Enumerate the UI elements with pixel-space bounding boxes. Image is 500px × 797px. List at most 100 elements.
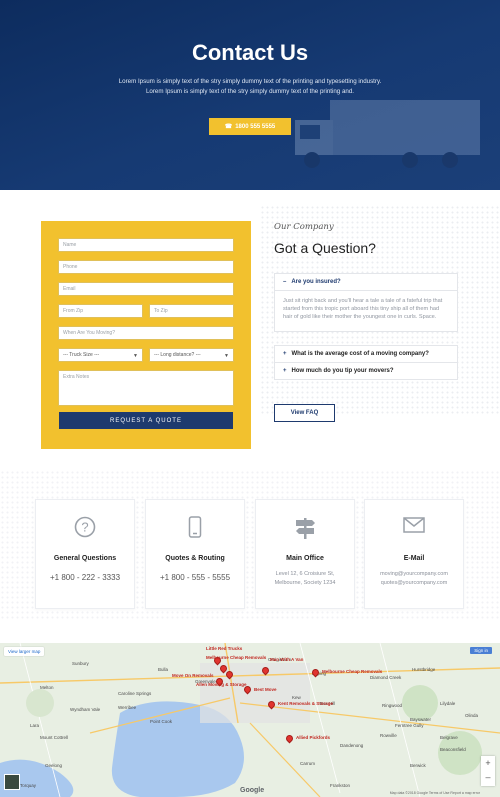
card-title: General Questions [53,555,117,562]
card-email: E-Mail moving@yourcompany.com quotes@you… [364,499,464,609]
faq-question: How much do you tip your movers? [291,368,394,374]
map-pin-label: Melbourne Cheap Removals [322,669,383,674]
notes-placeholder: Extra Notes [63,374,90,380]
map-thumbnail[interactable] [4,774,20,790]
hero-description-line2: Lorem Ipsum is simply text of the stry s… [145,87,355,95]
map-town-label: Hurstbridge [412,667,436,672]
chevron-down-icon: ▼ [224,353,229,359]
faq-question-toggle[interactable]: – Are you insured? [275,274,457,290]
plus-icon: + [283,368,287,374]
map-town-label: Werribee [118,705,137,710]
view-faq-button[interactable]: View FAQ [274,404,335,422]
email-link[interactable]: moving@yourcompany.com [380,571,448,577]
page-title: Contact Us [191,40,309,65]
map-pin-label: Move On Removals [172,673,214,678]
faq-answer: Just sit right back and you'll hear a ta… [275,290,457,331]
move-date-field[interactable]: When Are You Moving? [58,326,234,340]
move-date-placeholder: When Are You Moving? [63,330,115,336]
zoom-control[interactable]: + – [481,756,495,786]
map-town-label: Ringwood [382,703,403,708]
long-distance-value: --- Long distance? --- [154,352,201,358]
phone-icon: ☎ [224,124,233,130]
map-town-label: Melton [40,685,54,690]
map-town-label: Olinda [465,713,479,718]
call-button-label: 1800 555 5555 [235,123,276,130]
email-placeholder: Email [63,286,76,292]
map-town-label: Diamond Creek [370,675,402,680]
map-town-label: Caroline Springs [118,691,152,696]
map-town-label: Bayswater [410,717,432,722]
faq-item-cost: + What is the average cost of a moving c… [274,345,458,363]
map-town-label: Wyndham Vale [70,707,101,712]
email-link[interactable]: quotes@yourcompany.com [381,580,448,586]
map-pin-label: Man With A Van [270,657,304,662]
plus-icon: + [283,351,287,357]
svg-text:?: ? [81,520,88,535]
card-title: Quotes & Routing [165,555,225,562]
view-larger-map-link[interactable]: View larger map [4,647,45,656]
from-zip-field[interactable]: From Zip [58,304,143,318]
card-phone[interactable]: +1 800 - 555 - 5555 [146,573,244,582]
address-line1: Level 12, 6 Croisiure St, [275,571,335,577]
map-pin-label: Kent Removals & Storage [278,701,334,706]
card-general-questions: ? General Questions +1 800 - 222 - 3333 [35,499,135,609]
sign-in-button[interactable]: Sign in [470,647,492,654]
map-town-label: Frankston [330,783,351,788]
request-quote-button[interactable]: REQUEST A QUOTE [59,412,233,429]
name-field[interactable]: Name [58,238,234,252]
map-town-label: Belgrave [440,735,458,740]
mobile-phone-icon [146,516,244,538]
truck-size-value: --- Truck Size --- [63,352,100,358]
map-town-label: Carrum [300,761,316,766]
hero-description-line1: Lorem Ipsum is simply text of the stry s… [118,78,382,85]
map-town-label: Point Cook [150,719,173,724]
minus-icon: – [283,279,287,285]
map-footer[interactable]: Map data ©2018 Google Terms of Use Repor… [390,791,480,795]
map-town-label: Geelong [45,763,63,768]
map-town-label: Bulla [158,667,169,672]
map-town-label: Torquay [20,783,37,788]
faq-item-insured: – Are you insured? Just sit right back a… [274,273,458,332]
name-placeholder: Name [63,242,77,248]
phone-placeholder: Phone [63,264,78,270]
map-pin-label: Little Red Trucks [206,646,243,651]
map-pin-label: Best Move [254,687,277,692]
map-pin-label: Melbourne Cheap Removals [206,655,267,660]
google-logo: Google [240,787,265,794]
email-field[interactable]: Email [58,282,234,296]
to-zip-field[interactable]: To Zip [149,304,234,318]
faq-question: Are you insured? [291,279,341,285]
map-town-label: Sunbury [72,661,89,666]
map-town-label: Berwick [410,763,426,768]
email-addresses: moving@yourcompany.com quotes@yourcompan… [365,570,463,588]
phone-field[interactable]: Phone [58,260,234,274]
faq-question-toggle[interactable]: + How much do you tip your movers? [275,363,457,379]
map-town-label: Rowville [380,733,397,738]
question-circle-icon: ? [36,516,134,538]
chevron-down-icon: ▼ [133,353,138,359]
zoom-out-icon[interactable]: – [481,770,495,784]
faq-subtitle: Our Company [274,222,334,232]
faq-title: Got a Question? [274,240,376,256]
map-town-label: Ferntree Gully [395,723,424,728]
truck-size-select[interactable]: --- Truck Size --- ▼ [58,348,143,362]
card-main-office: Main Office Level 12, 6 Croisiure St, Me… [255,499,355,609]
call-button[interactable]: ☎ 1800 555 5555 [209,118,291,135]
envelope-icon [365,516,463,534]
map-pin-label: Allied Pickfords [296,735,331,740]
card-title: Main Office [286,555,324,562]
google-map[interactable]: View larger map Sign in Sunbury Craigieb… [0,643,500,797]
notes-textarea[interactable]: Extra Notes [58,370,234,406]
office-address: Level 12, 6 Croisiure St, Melbourne, Soc… [256,570,354,588]
card-title: E-Mail [403,555,425,562]
map-town-label: Kew [292,695,301,700]
faq-question: What is the average cost of a moving com… [291,351,429,357]
hero-description: Lorem Ipsum is simply text of the stry s… [80,77,420,96]
zoom-in-icon[interactable]: + [481,756,495,770]
map-town-label: Lara [30,723,40,728]
hero-banner: Contact Us Lorem Ipsum is simply text of… [0,0,500,190]
signpost-icon [256,516,354,540]
long-distance-select[interactable]: --- Long distance? --- ▼ [149,348,234,362]
faq-question-toggle[interactable]: + What is the average cost of a moving c… [275,346,457,362]
card-phone[interactable]: +1 800 - 222 - 3333 [36,573,134,582]
